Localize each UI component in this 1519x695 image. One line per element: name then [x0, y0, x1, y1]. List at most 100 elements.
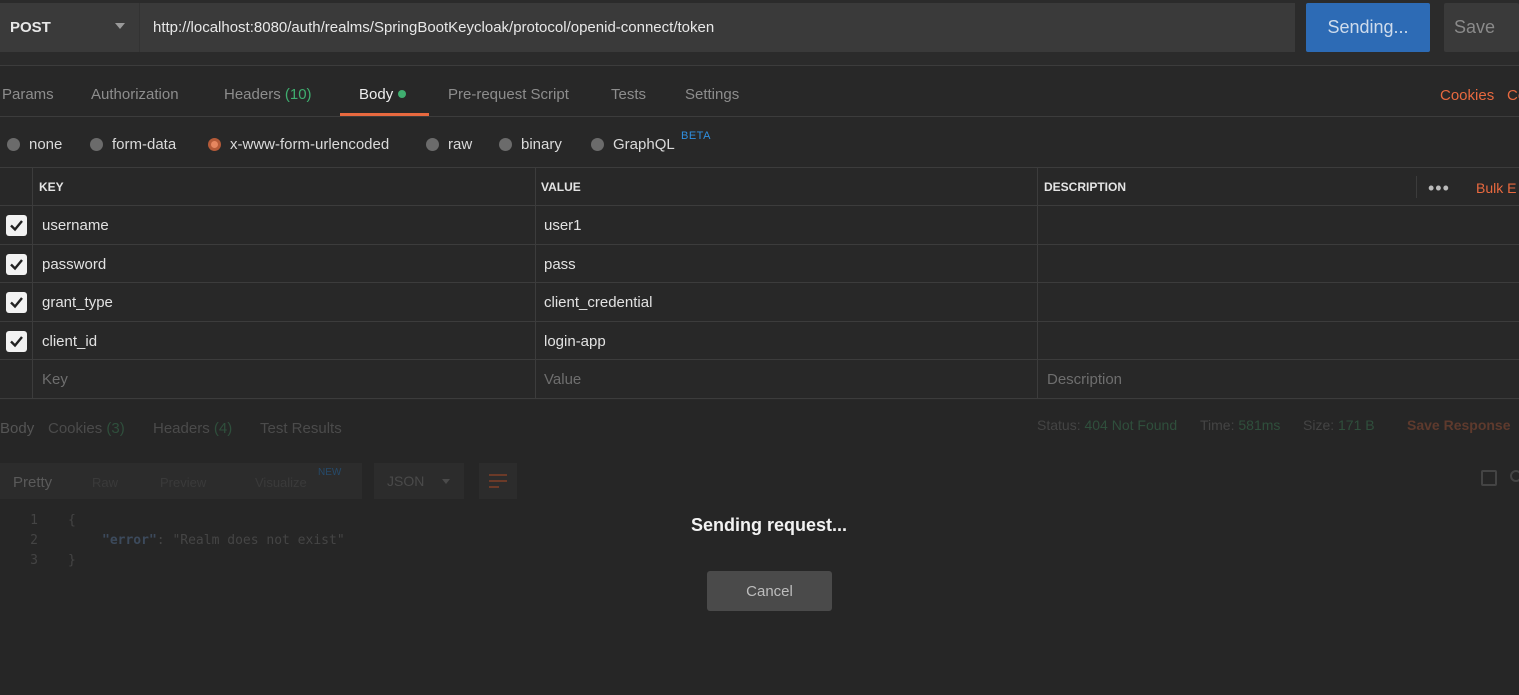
row-value[interactable]: login-app: [544, 333, 606, 350]
radio-circle-icon: [90, 138, 103, 151]
wrap-lines-button[interactable]: [479, 463, 517, 499]
response-panel: Body Cookies (3) Headers (4) Test Result…: [0, 400, 1519, 695]
response-tab-cookies[interactable]: Cookies (3): [48, 420, 125, 437]
row-key[interactable]: grant_type: [42, 294, 113, 311]
table-row: grant_type client_credential: [0, 283, 1519, 322]
response-tab-headers[interactable]: Headers (4): [153, 420, 232, 437]
table-row: username user1: [0, 206, 1519, 245]
more-options-icon[interactable]: •••: [1428, 178, 1450, 199]
column-divider: [535, 321, 536, 359]
cookies-link[interactable]: Cookies: [1440, 87, 1494, 104]
tab-headers-count: (10): [284, 86, 312, 103]
format-pretty[interactable]: Pretty: [13, 474, 52, 491]
radio-label: binary: [521, 136, 562, 153]
code-link[interactable]: Co: [1507, 87, 1519, 104]
new-key-input[interactable]: Key: [42, 371, 68, 388]
chevron-down-icon: [442, 479, 450, 484]
tab-settings[interactable]: Settings: [685, 86, 739, 103]
column-divider: [1416, 176, 1417, 198]
column-divider: [1037, 244, 1038, 282]
format-visualize[interactable]: Visualize: [255, 475, 307, 490]
row-checkbox[interactable]: [6, 253, 27, 275]
radio-form-data[interactable]: form-data: [90, 136, 176, 153]
language-select[interactable]: JSON: [374, 463, 464, 499]
column-divider: [32, 360, 33, 398]
language-label: JSON: [387, 473, 425, 489]
format-preview[interactable]: Preview: [160, 475, 206, 490]
response-tab-headers-count: (4): [213, 420, 233, 437]
radio-graphql[interactable]: GraphQL: [591, 136, 675, 153]
code-text: }: [68, 553, 76, 568]
response-tab-cookies-label: Cookies: [48, 420, 103, 437]
time-label: Time:: [1200, 417, 1235, 433]
save-response-button[interactable]: Save Response: [1407, 417, 1511, 433]
active-tab-indicator: [340, 113, 429, 116]
time-info: Time: 581ms: [1200, 417, 1280, 433]
url-text: http://localhost:8080/auth/realms/Spring…: [153, 19, 715, 36]
response-tab-test-results[interactable]: Test Results: [260, 420, 342, 437]
row-key[interactable]: password: [42, 256, 106, 273]
line-number: 3: [30, 553, 38, 568]
wrap-icon-line: [489, 474, 507, 476]
time-value: 581ms: [1238, 417, 1281, 433]
checkmark-icon: [10, 297, 23, 309]
response-tab-cookies-count: (3): [106, 420, 125, 437]
column-divider: [32, 244, 33, 282]
checkmark-icon: [10, 220, 23, 232]
radio-x-www-form-urlencoded[interactable]: x-www-form-urlencoded: [208, 136, 389, 153]
tab-pre-request-script[interactable]: Pre-request Script: [448, 86, 569, 103]
new-description-input[interactable]: Description: [1047, 371, 1122, 388]
wrap-icon-line: [489, 480, 507, 482]
new-value-input[interactable]: Value: [544, 371, 581, 388]
row-key[interactable]: client_id: [42, 333, 97, 350]
save-button[interactable]: Save: [1444, 3, 1519, 52]
chevron-down-icon: [115, 23, 125, 29]
tab-params[interactable]: Params: [2, 86, 54, 103]
radio-label: GraphQL: [613, 136, 675, 153]
response-tab-headers-label: Headers: [153, 420, 210, 437]
status-value: 404 Not Found: [1084, 417, 1178, 433]
method-label: POST: [10, 19, 51, 36]
status-info: Status: 404 Not Found: [1037, 417, 1177, 433]
size-value: 171 B: [1338, 417, 1375, 433]
column-header-value: VALUE: [541, 180, 581, 194]
size-info: Size: 171 B: [1303, 417, 1375, 433]
search-icon[interactable]: [1510, 470, 1519, 482]
format-raw[interactable]: Raw: [92, 475, 118, 490]
radio-label: form-data: [112, 136, 177, 153]
radio-label: none: [29, 136, 63, 153]
radio-binary[interactable]: binary: [499, 136, 562, 153]
url-input[interactable]: http://localhost:8080/auth/realms/Spring…: [140, 3, 1295, 52]
radio-circle-icon: [426, 138, 439, 151]
radio-label: x-www-form-urlencoded: [230, 136, 390, 153]
column-header-key: KEY: [39, 180, 64, 194]
radio-raw[interactable]: raw: [426, 136, 472, 153]
copy-icon[interactable]: [1481, 470, 1497, 486]
radio-circle-icon: [499, 138, 512, 151]
tab-body[interactable]: Body: [359, 86, 407, 103]
response-tab-body[interactable]: Body: [0, 420, 34, 437]
column-divider: [1037, 360, 1038, 398]
column-divider: [1037, 168, 1038, 205]
tab-tests[interactable]: Tests: [611, 86, 646, 103]
row-value[interactable]: user1: [544, 217, 582, 234]
tab-headers[interactable]: Headers (10): [224, 86, 312, 103]
column-divider: [32, 206, 33, 244]
column-divider: [535, 360, 536, 398]
tab-authorization[interactable]: Authorization: [91, 86, 179, 103]
method-select[interactable]: POST: [0, 3, 140, 52]
row-value[interactable]: pass: [544, 256, 576, 273]
row-checkbox[interactable]: [6, 292, 27, 313]
row-checkbox[interactable]: [6, 330, 27, 352]
bulk-edit-link[interactable]: Bulk E: [1476, 180, 1516, 196]
send-button[interactable]: Sending...: [1306, 3, 1430, 52]
column-header-description: DESCRIPTION: [1044, 180, 1127, 194]
radio-none[interactable]: none: [7, 136, 62, 153]
format-tabs: Pretty Raw Preview Visualize NEW: [0, 463, 362, 499]
request-tabs: Params Authorization Headers (10) Body P…: [0, 66, 1519, 117]
row-value[interactable]: client_credential: [544, 294, 652, 311]
row-key[interactable]: username: [42, 217, 109, 234]
radio-circle-icon: [7, 138, 20, 151]
cancel-button[interactable]: Cancel: [707, 571, 832, 611]
row-checkbox[interactable]: [6, 215, 27, 236]
